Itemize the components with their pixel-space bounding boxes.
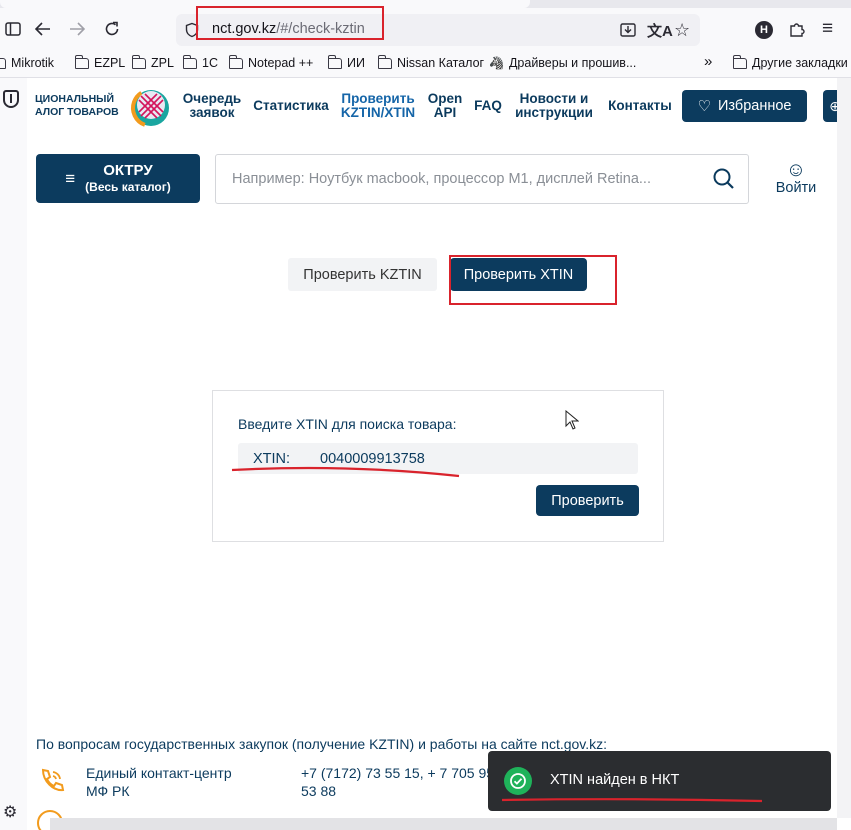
nav-queue[interactable]: Очередь заявок bbox=[181, 92, 243, 120]
settings-gear-icon[interactable]: ⚙ bbox=[3, 802, 17, 822]
horizontal-scrollbar[interactable] bbox=[50, 818, 837, 830]
nav-statistics[interactable]: Статистика bbox=[251, 99, 331, 113]
folder-icon bbox=[74, 54, 89, 69]
check-circle-icon bbox=[504, 767, 532, 795]
back-arrow-icon[interactable] bbox=[28, 14, 58, 44]
bookmark-mikrotik[interactable]: Mikrotik bbox=[0, 56, 54, 70]
folder-icon bbox=[0, 57, 6, 69]
red-underline-toast-annotation bbox=[501, 798, 763, 803]
red-underline-annotation bbox=[231, 466, 460, 478]
browser-toolbar: nct.gov.kz/#/check-kztin 文A ☆ H ≡ bbox=[0, 8, 851, 50]
menu-lines-icon: ≡ bbox=[65, 168, 76, 188]
nav-faq[interactable]: FAQ bbox=[470, 99, 506, 113]
login-button[interactable]: ☺ Войти bbox=[769, 160, 823, 196]
zebra-icon: 🦓 bbox=[489, 56, 504, 70]
folder-icon bbox=[732, 54, 747, 69]
nav-news[interactable]: Новости и инструкции bbox=[511, 92, 597, 120]
footer-question: По вопросам государственных закупок (пол… bbox=[36, 736, 608, 752]
bookmark-nissan[interactable]: Nissan Каталог bbox=[377, 54, 484, 70]
star-bookmark-icon[interactable]: ☆ bbox=[674, 20, 690, 41]
phone-icon bbox=[37, 767, 65, 800]
toast-message: XTIN найден в НКТ bbox=[550, 772, 680, 788]
bookmark-other[interactable]: Другие закладки bbox=[732, 54, 848, 70]
contact-center-label: Единый контакт-центр МФ РК bbox=[86, 765, 232, 799]
favorites-button[interactable]: ♡ Избранное bbox=[682, 90, 807, 122]
folder-icon bbox=[327, 54, 342, 69]
nav-check-kztin[interactable]: Проверить KZTIN/XTIN bbox=[338, 92, 418, 120]
red-box-annotation-url bbox=[196, 6, 384, 40]
extensions-puzzle-icon[interactable] bbox=[788, 20, 806, 43]
bookmark-1c[interactable]: 1С bbox=[182, 54, 218, 70]
xtin-prompt: Введите XTIN для поиска товара: bbox=[238, 416, 457, 432]
smiley-user-icon: ☺ bbox=[785, 159, 807, 181]
bookmark-ezpl[interactable]: EZPL bbox=[74, 54, 125, 70]
check-submit-button[interactable]: Проверить bbox=[536, 485, 639, 516]
folder-icon bbox=[131, 54, 146, 69]
mouse-cursor bbox=[565, 409, 580, 435]
forward-arrow-icon[interactable] bbox=[62, 14, 92, 44]
browser-side-panel: ⚙ bbox=[0, 78, 27, 830]
sidebar-toggle-icon[interactable] bbox=[0, 14, 28, 44]
contact-phones[interactable]: +7 (7172) 73 55 15, + 7 705 95 53 88 bbox=[301, 764, 494, 800]
web-page: ЦИОНАЛЬНЫЙ АЛОГ ТОВАРОВ Очередь заявок Ст… bbox=[27, 78, 851, 830]
search-placeholder: Например: Ноутбук macbook, процессор M1,… bbox=[232, 171, 651, 187]
folder-icon bbox=[182, 54, 197, 69]
profile-avatar[interactable]: H bbox=[755, 21, 773, 39]
page-scrollbar-track[interactable] bbox=[837, 78, 851, 818]
search-icon[interactable] bbox=[713, 168, 735, 195]
bookmarks-bar: Mikrotik EZPL ZPL 1С Notepad ++ ИИ Nissa… bbox=[0, 50, 851, 78]
bookmarks-overflow-icon[interactable]: » bbox=[704, 53, 712, 70]
bookmark-zpl[interactable]: ZPL bbox=[131, 54, 174, 70]
save-to-pocket-icon[interactable] bbox=[619, 21, 637, 44]
bookmark-drivers[interactable]: 🦓 Драйверы и прошив... bbox=[489, 56, 636, 70]
tab-strip bbox=[0, 0, 851, 8]
bitwarden-shield-icon[interactable] bbox=[3, 90, 19, 108]
translate-icon[interactable]: 文A bbox=[647, 20, 673, 41]
heart-icon: ♡ bbox=[697, 98, 711, 115]
catalog-button[interactable]: ≡ ОКТРУ (Весь каталог) bbox=[36, 154, 200, 203]
bookmark-ai[interactable]: ИИ bbox=[327, 54, 365, 70]
folder-icon bbox=[228, 54, 243, 69]
search-input[interactable]: Например: Ноутбук macbook, процессор M1,… bbox=[215, 154, 749, 204]
nav-open-api[interactable]: Open API bbox=[425, 92, 465, 120]
site-logo-icon[interactable] bbox=[129, 84, 173, 133]
site-logo-text[interactable]: ЦИОНАЛЬНЫЙ АЛОГ ТОВАРОВ bbox=[35, 93, 119, 119]
folder-icon bbox=[377, 54, 392, 69]
success-toast: XTIN найден в НКТ bbox=[488, 751, 831, 811]
bookmark-notepad[interactable]: Notepad ++ bbox=[228, 54, 313, 70]
nav-contacts[interactable]: Контакты bbox=[605, 99, 675, 113]
reload-icon[interactable] bbox=[97, 14, 127, 44]
red-box-annotation-xtin-tab bbox=[449, 255, 617, 305]
tab-check-kztin[interactable]: Проверить KZTIN bbox=[288, 258, 437, 291]
menu-hamburger-icon[interactable]: ≡ bbox=[822, 18, 833, 40]
